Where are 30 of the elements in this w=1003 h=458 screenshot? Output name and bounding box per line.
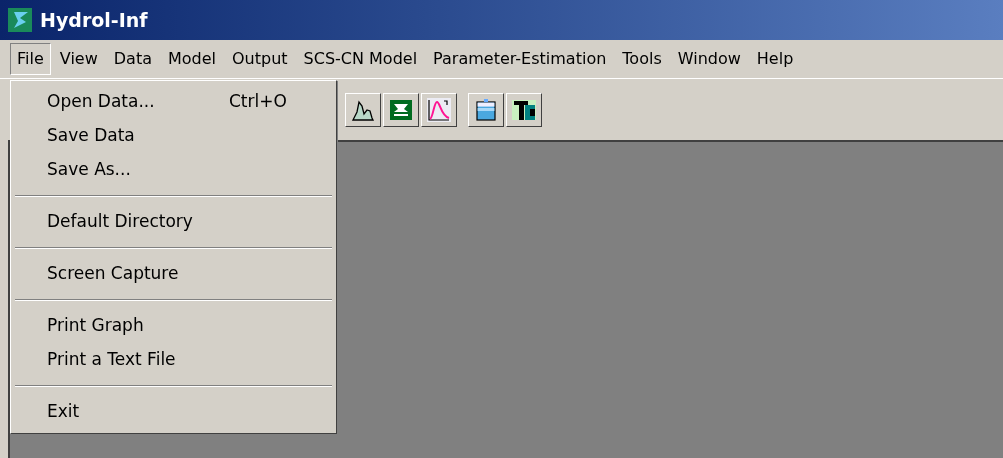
menu-item[interactable]: View (52, 43, 105, 75)
menu-item[interactable]: Tools (615, 43, 669, 75)
toolbar-button[interactable] (421, 92, 457, 127)
menu-item[interactable]: SCS-CN Model (296, 43, 425, 75)
menu-item[interactable]: Data (106, 43, 159, 75)
menu-option[interactable]: Print a Text File (11, 343, 336, 377)
menu-item[interactable]: Model (160, 43, 223, 75)
toolbar-button[interactable] (506, 92, 542, 127)
menu-item[interactable]: Parameter-Estimation (426, 43, 614, 75)
app-icon (8, 8, 32, 32)
shortcut-label: Ctrl+O (229, 90, 287, 114)
tank-icon (474, 97, 498, 122)
tc-icon (512, 97, 536, 122)
menu-option[interactable]: Open Data... Ctrl+O (11, 85, 336, 119)
menu-option[interactable]: Default Directory (11, 205, 336, 239)
menu-option[interactable]: Save As... (11, 153, 336, 187)
menu-option[interactable]: Screen Capture (11, 257, 336, 291)
toolbar-button[interactable] (383, 92, 419, 127)
menu-option[interactable]: Exit (11, 395, 336, 429)
window-title: Hydrol-Inf (40, 7, 148, 33)
menu-item[interactable]: File (10, 43, 51, 75)
menu-option[interactable]: Print Graph (11, 309, 336, 343)
menu-item[interactable]: Help (749, 43, 801, 75)
curve-icon (427, 97, 451, 122)
toolbar-button[interactable] (468, 92, 504, 127)
spreadsheet-icon (389, 97, 413, 122)
menu-option[interactable]: Save Data (11, 119, 336, 153)
toolbar-button[interactable] (345, 92, 381, 127)
menu-item[interactable]: Window (670, 43, 748, 75)
menu-item[interactable]: Output (225, 43, 295, 75)
